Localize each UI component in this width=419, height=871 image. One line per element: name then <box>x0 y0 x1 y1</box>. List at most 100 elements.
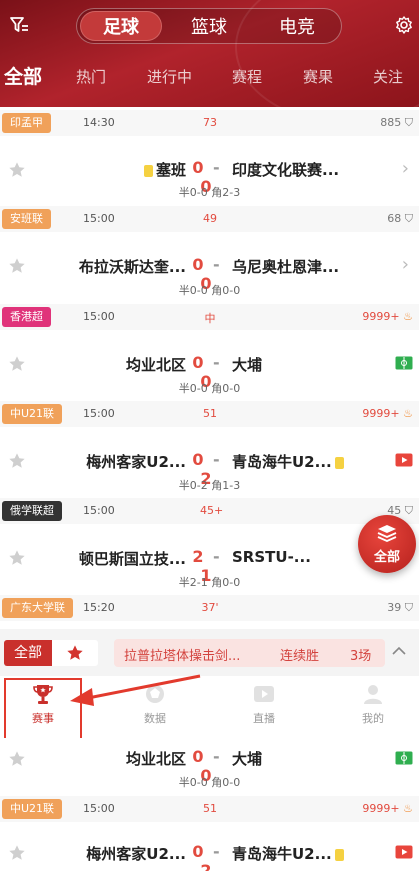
score-home: 0 <box>192 255 206 274</box>
filter-favorite-button[interactable] <box>52 640 98 666</box>
league-header: 安班联 15:00 49 68 ⛉ <box>0 206 419 232</box>
streak-label: 连续胜 <box>280 649 320 664</box>
chevron-right-icon[interactable]: › <box>402 158 409 179</box>
tab-schedule[interactable]: 赛程 <box>232 66 262 87</box>
tab-following[interactable]: 关注 <box>373 66 403 87</box>
away-team: 青岛海牛U2... <box>232 451 347 472</box>
match-row[interactable]: 塞班 0 - 0 印度文化联赛... 半0-0 角2-3 › <box>0 136 419 208</box>
tab-live[interactable]: 进行中 <box>147 66 192 87</box>
home-team: 均业北区 <box>125 750 186 768</box>
tab-all[interactable]: 全部 <box>4 62 42 89</box>
home-team-name: 塞班 <box>155 161 186 179</box>
away-team: 印度文化联赛... <box>232 161 340 179</box>
star-icon[interactable] <box>8 257 26 275</box>
match-row[interactable]: 均业北区 0 - 0 大埔 半0-0 角0-0 <box>0 738 419 796</box>
match-time: 15:00 <box>83 407 115 420</box>
score-home: 0 <box>192 842 206 861</box>
score-home: 0 <box>192 747 206 766</box>
star-icon[interactable] <box>8 452 26 470</box>
half-corner-stats: 半0-2 角1-3 <box>178 479 241 492</box>
bottom-nav-label: 数据 <box>144 712 166 725</box>
match-row[interactable]: 梅州客家U2... 0 - 2 青岛海牛U2... 半0-2 角1-3 <box>0 427 419 499</box>
chevron-right-icon[interactable]: › <box>402 254 409 275</box>
viewer-count: 885 ⛉ <box>380 116 413 130</box>
live-video-icon[interactable] <box>395 845 413 859</box>
league-header: 香港超 15:00 中 9999+ ♨ <box>0 304 419 330</box>
streak-team: 拉普拉塔体操击剑... <box>124 649 241 664</box>
match-row[interactable]: 顿巴斯国立技... 2 - 1 SRSTU-... 半2-1 角0-0 <box>0 524 419 596</box>
home-team: 顿巴斯国立技... <box>78 550 186 568</box>
profile-icon <box>364 685 382 704</box>
chevron-up-icon[interactable] <box>392 646 406 656</box>
match-time: 15:00 <box>83 310 115 323</box>
viewer-count-value: 9999+ <box>362 802 400 815</box>
annotation-arrow <box>70 674 201 706</box>
league-tag[interactable]: 中U21联 <box>2 799 63 819</box>
league-tag[interactable]: 俄学联超 <box>2 501 62 521</box>
league-tag[interactable]: 印孟甲 <box>2 113 51 133</box>
away-team-name: 青岛海牛U2... <box>232 453 332 471</box>
viewer-count-value: 68 <box>387 212 402 225</box>
viewer-count: 9999+ ♨ <box>362 310 413 323</box>
filter-icon[interactable] <box>9 15 29 35</box>
away-team: 青岛海牛U2... <box>232 843 347 864</box>
league-header: 俄学联超 15:00 45+ 45 ⛉ <box>0 498 419 524</box>
play-icon <box>254 686 274 702</box>
gear-icon[interactable] <box>394 15 414 35</box>
match-row[interactable]: 梅州客家U2... 0 - 2 青岛海牛U2... <box>0 822 419 871</box>
score-home: 0 <box>192 353 206 372</box>
people-icon: ⛉ <box>404 212 413 225</box>
viewer-count-value: 39 <box>387 601 402 614</box>
streak-banner[interactable]: 拉普拉塔体操击剑... 连续胜 3场 <box>114 639 385 667</box>
yellow-card-icon <box>143 164 153 177</box>
viewer-count-value: 9999+ <box>362 310 400 323</box>
bottom-nav-label: 我的 <box>362 712 384 725</box>
league-tag[interactable]: 广东大学联 <box>2 598 73 618</box>
match-time: 15:00 <box>83 212 115 225</box>
home-team: 塞班 <box>141 159 186 180</box>
tab-hot[interactable]: 热门 <box>76 66 106 87</box>
match-row[interactable]: 均业北区 0 - 0 大埔 半0-0 角0-0 <box>0 330 419 402</box>
tab-results[interactable]: 赛果 <box>303 66 333 87</box>
tab-basketball[interactable]: 篮球 <box>168 11 250 41</box>
match-list[interactable]: 印孟甲 14:30 73 885 ⛉ 塞班 0 - 0 印度文化联赛... 半0… <box>0 107 419 629</box>
live-field-icon[interactable] <box>395 751 413 765</box>
home-team: 梅州客家U2... <box>86 453 186 471</box>
bottom-nav-live[interactable]: 直播 <box>229 682 299 726</box>
star-icon[interactable] <box>8 355 26 373</box>
bottom-nav-profile[interactable]: 我的 <box>338 682 408 726</box>
half-corner-stats: 半0-0 角0-0 <box>178 776 241 789</box>
viewer-count: 39 ⛉ <box>387 601 413 615</box>
match-minute: 49 <box>203 212 217 225</box>
match-time: 15:20 <box>83 601 115 614</box>
star-icon[interactable] <box>8 750 26 768</box>
fire-icon: ♨ <box>403 310 413 323</box>
sport-switch: 足球 篮球 电竞 <box>76 8 342 44</box>
league-tag[interactable]: 中U21联 <box>2 404 63 424</box>
show-all-float-button[interactable]: 全部 <box>358 515 416 573</box>
star-icon[interactable] <box>8 549 26 567</box>
away-team: 大埔 <box>232 356 263 374</box>
star-icon[interactable] <box>8 161 26 179</box>
league-header: 广东大学联 15:20 37' 39 ⛉ <box>0 595 419 621</box>
live-field-icon[interactable] <box>395 356 413 370</box>
tab-football[interactable]: 足球 <box>80 11 162 41</box>
league-tag[interactable]: 香港超 <box>2 307 51 327</box>
float-button-label: 全部 <box>373 550 400 565</box>
match-row[interactable]: 布拉沃斯达奎... 0 - 0 乌尼奥杜恩津... 半0-0 角0-0 › <box>0 232 419 304</box>
match-minute: 37' <box>201 601 219 614</box>
streak-count: 3场 <box>350 649 372 664</box>
tab-esports[interactable]: 电竞 <box>256 11 338 41</box>
yellow-card-icon <box>334 848 344 861</box>
filter-all-button[interactable]: 全部 <box>4 640 52 666</box>
lower-match-list[interactable]: 均业北区 0 - 0 大埔 半0-0 角0-0 中U21联 15:00 51 9… <box>0 738 419 871</box>
fire-icon: ♨ <box>403 407 413 420</box>
star-icon[interactable] <box>8 844 26 862</box>
match-minute: 51 <box>203 802 217 815</box>
live-video-icon[interactable] <box>395 453 413 467</box>
league-tag[interactable]: 安班联 <box>2 209 51 229</box>
half-corner-stats: 半0-0 角2-3 <box>178 186 241 199</box>
match-minute: 73 <box>203 116 217 129</box>
viewer-count: 68 ⛉ <box>387 212 413 226</box>
score-home: 2 <box>192 547 206 566</box>
